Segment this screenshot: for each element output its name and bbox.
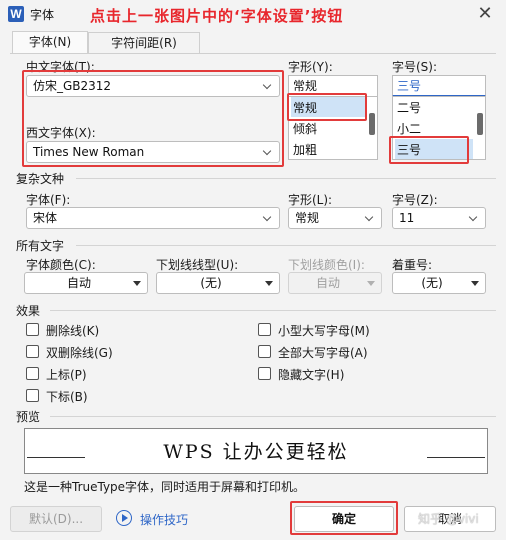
complex-font-select[interactable]: 宋体: [26, 207, 280, 229]
caret-down-icon: [367, 281, 375, 286]
title-bar: W 字体 点击上一张图片中的‘字体设置’按钮 ✕: [0, 0, 506, 30]
tips-label: 操作技巧: [140, 513, 189, 527]
font-color-select[interactable]: 自动: [24, 272, 148, 294]
underline-color-value: 自动: [315, 276, 340, 290]
underline-color-label: 下划线颜色(I):: [288, 258, 365, 272]
emphasis-select[interactable]: (无): [392, 272, 486, 294]
western-font-value: Times New Roman: [33, 145, 145, 159]
size-input[interactable]: 三号: [392, 75, 486, 97]
superscript-label[interactable]: 上标(P): [46, 366, 87, 383]
style-option[interactable]: 加粗: [293, 141, 317, 158]
size-label: 字号(S):: [392, 60, 438, 74]
tutorial-annotation: 点击上一张图片中的‘字体设置’按钮: [90, 7, 344, 25]
underline-type-value: (无): [200, 276, 222, 290]
strikethrough-label[interactable]: 删除线(K): [46, 322, 99, 339]
all-text-section-title: 所有文字: [16, 239, 65, 253]
subscript-checkbox[interactable]: [26, 389, 39, 402]
chevron-down-icon: [263, 142, 273, 162]
play-circle-icon: [116, 510, 132, 526]
complex-size-select[interactable]: 11: [392, 207, 486, 229]
emphasis-value: (无): [421, 276, 443, 290]
watermark: 知乎 @vivi: [418, 512, 479, 526]
subscript-label[interactable]: 下标(B): [46, 388, 88, 405]
size-option[interactable]: 二号: [397, 99, 421, 116]
style-option[interactable]: 常规: [293, 99, 317, 116]
preview-sample-text: WPS 让办公更轻松: [163, 441, 349, 463]
western-font-select[interactable]: Times New Roman: [26, 141, 280, 163]
preview-note: 这是一种TrueType字体，同时适用于屏幕和打印机。: [24, 480, 306, 494]
size-scrollbar[interactable]: [477, 113, 483, 135]
font-color-label: 字体颜色(C):: [26, 258, 96, 272]
size-listbox[interactable]: 二号 小二 三号: [392, 96, 486, 160]
complex-size-label: 字号(Z):: [392, 193, 438, 207]
complex-section-title: 复杂文种: [16, 172, 65, 186]
preview-section-title: 预览: [16, 410, 41, 424]
divider: [76, 245, 496, 246]
caret-down-icon: [133, 281, 141, 286]
strikethrough-checkbox[interactable]: [26, 323, 39, 336]
style-scrollbar[interactable]: [369, 113, 375, 135]
chevron-down-icon: [263, 208, 273, 228]
default-button: 默认(D)...: [10, 506, 102, 532]
divider: [50, 416, 496, 417]
font-color-value: 自动: [66, 276, 91, 290]
small-caps-checkbox[interactable]: [258, 323, 271, 336]
tab-font[interactable]: 字体(N): [12, 31, 88, 54]
divider: [50, 310, 496, 311]
underline-type-select[interactable]: (无): [156, 272, 280, 294]
superscript-checkbox[interactable]: [26, 367, 39, 380]
complex-size-value: 11: [399, 211, 415, 225]
divider: [76, 178, 496, 179]
chevron-down-icon: [365, 208, 375, 228]
complex-font-label: 字体(F):: [26, 193, 71, 207]
caret-down-icon: [471, 281, 479, 286]
size-option[interactable]: 三号: [397, 141, 421, 158]
western-font-label: 西文字体(X):: [26, 126, 96, 140]
tab-character-spacing[interactable]: 字符间距(R): [88, 32, 200, 54]
chinese-font-label: 中文字体(T):: [26, 60, 95, 74]
underline-type-label: 下划线线型(U):: [156, 258, 239, 272]
double-strikethrough-label[interactable]: 双删除线(G): [46, 344, 113, 361]
chevron-down-icon: [469, 208, 479, 228]
complex-style-select[interactable]: 常规: [288, 207, 382, 229]
all-caps-checkbox[interactable]: [258, 345, 271, 358]
font-dialog: W 字体 点击上一张图片中的‘字体设置’按钮 ✕ 字体(N) 字符间距(R) 中…: [0, 0, 506, 540]
caret-down-icon: [265, 281, 273, 286]
complex-style-value: 常规: [295, 211, 320, 225]
small-caps-label[interactable]: 小型大写字母(M): [278, 322, 370, 339]
emphasis-label: 着重号:: [392, 258, 433, 272]
hidden-text-label[interactable]: 隐藏文字(H): [278, 366, 344, 383]
size-option[interactable]: 小二: [397, 120, 421, 137]
close-icon[interactable]: ✕: [470, 2, 500, 26]
chinese-font-value: 仿宋_GB2312: [33, 79, 112, 93]
style-input[interactable]: 常规: [288, 75, 378, 97]
window-title: 字体: [30, 8, 55, 22]
chevron-down-icon: [263, 76, 273, 96]
complex-font-value: 宋体: [33, 211, 58, 225]
style-option[interactable]: 倾斜: [293, 120, 317, 137]
preview-box: WPS 让办公更轻松: [24, 428, 488, 474]
hidden-text-checkbox[interactable]: [258, 367, 271, 380]
double-strikethrough-checkbox[interactable]: [26, 345, 39, 358]
all-caps-label[interactable]: 全部大写字母(A): [278, 344, 368, 361]
ok-button[interactable]: 确定: [294, 506, 394, 532]
style-listbox[interactable]: 常规 倾斜 加粗: [288, 96, 378, 160]
complex-style-label: 字形(L):: [288, 193, 333, 207]
underline-color-select: 自动: [288, 272, 382, 294]
effects-section-title: 效果: [16, 304, 41, 318]
chinese-font-select[interactable]: 仿宋_GB2312: [26, 75, 280, 97]
wps-writer-icon: W: [8, 6, 24, 22]
style-label: 字形(Y):: [288, 60, 333, 74]
